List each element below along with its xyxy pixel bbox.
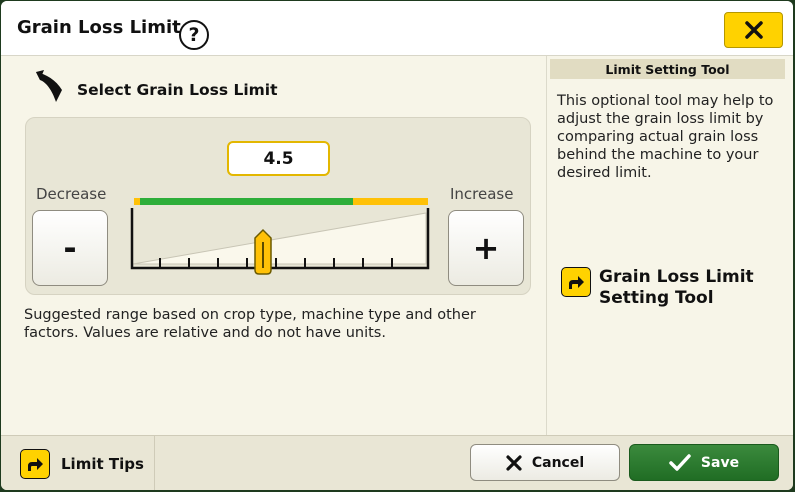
slider-wedge [132, 212, 427, 265]
limit-tips-button[interactable]: Limit Tips [1, 436, 155, 490]
question-circle-icon[interactable]: ? [179, 20, 209, 50]
select-limit-heading: Select Grain Loss Limit [77, 81, 278, 99]
limit-setting-tool-description: This optional tool may help to adjust th… [557, 93, 774, 181]
decrease-label: Decrease [36, 185, 107, 203]
save-button[interactable]: Save [629, 444, 779, 481]
arrow-right-icon [20, 448, 50, 479]
close-icon [506, 454, 522, 471]
dialog-title: Grain Loss Limit [17, 17, 181, 38]
range-bar-suggested [140, 198, 353, 205]
close-icon [744, 21, 763, 39]
limit-setting-tool-link-label: Grain Loss Limit Setting Tool [599, 267, 754, 308]
limit-setting-tool-header: Limit Setting Tool [550, 59, 785, 79]
grain-loss-limit-setting-tool-link[interactable]: Grain Loss Limit Setting Tool [561, 267, 786, 309]
save-label: Save [700, 454, 740, 471]
increase-button[interactable]: + [448, 210, 524, 286]
checkmark-icon [669, 453, 691, 471]
dialog-footer: Limit Tips Cancel Save [1, 435, 793, 490]
close-button[interactable] [724, 12, 783, 48]
title-bar: Grain Loss Limit ? [1, 1, 793, 56]
suggested-range-description: Suggested range based on crop type, mach… [24, 307, 476, 341]
grain-loss-limit-dialog: Grain Loss Limit ? Select Grain Loss Lim… [1, 1, 793, 490]
combine-harvester-icon [36, 70, 62, 102]
decrease-button[interactable]: - [32, 210, 108, 286]
cancel-label: Cancel [531, 454, 585, 471]
limit-tips-label: Limit Tips [61, 454, 144, 473]
slider-thumb[interactable] [254, 228, 272, 275]
limit-value-field[interactable]: 4.5 [227, 141, 330, 176]
range-bar-low [134, 198, 140, 205]
limit-slider[interactable] [130, 198, 430, 288]
select-limit-panel: Select Grain Loss Limit 4.5 Decrease Inc… [1, 56, 546, 435]
increase-label: Increase [450, 185, 514, 203]
arrow-right-icon [561, 267, 591, 297]
slider-area: 4.5 Decrease Increase - + [25, 117, 531, 295]
range-bar-high [353, 198, 428, 205]
limit-setting-tool-panel: Limit Setting Tool This optional tool ma… [546, 56, 793, 435]
cancel-button[interactable]: Cancel [470, 444, 620, 481]
